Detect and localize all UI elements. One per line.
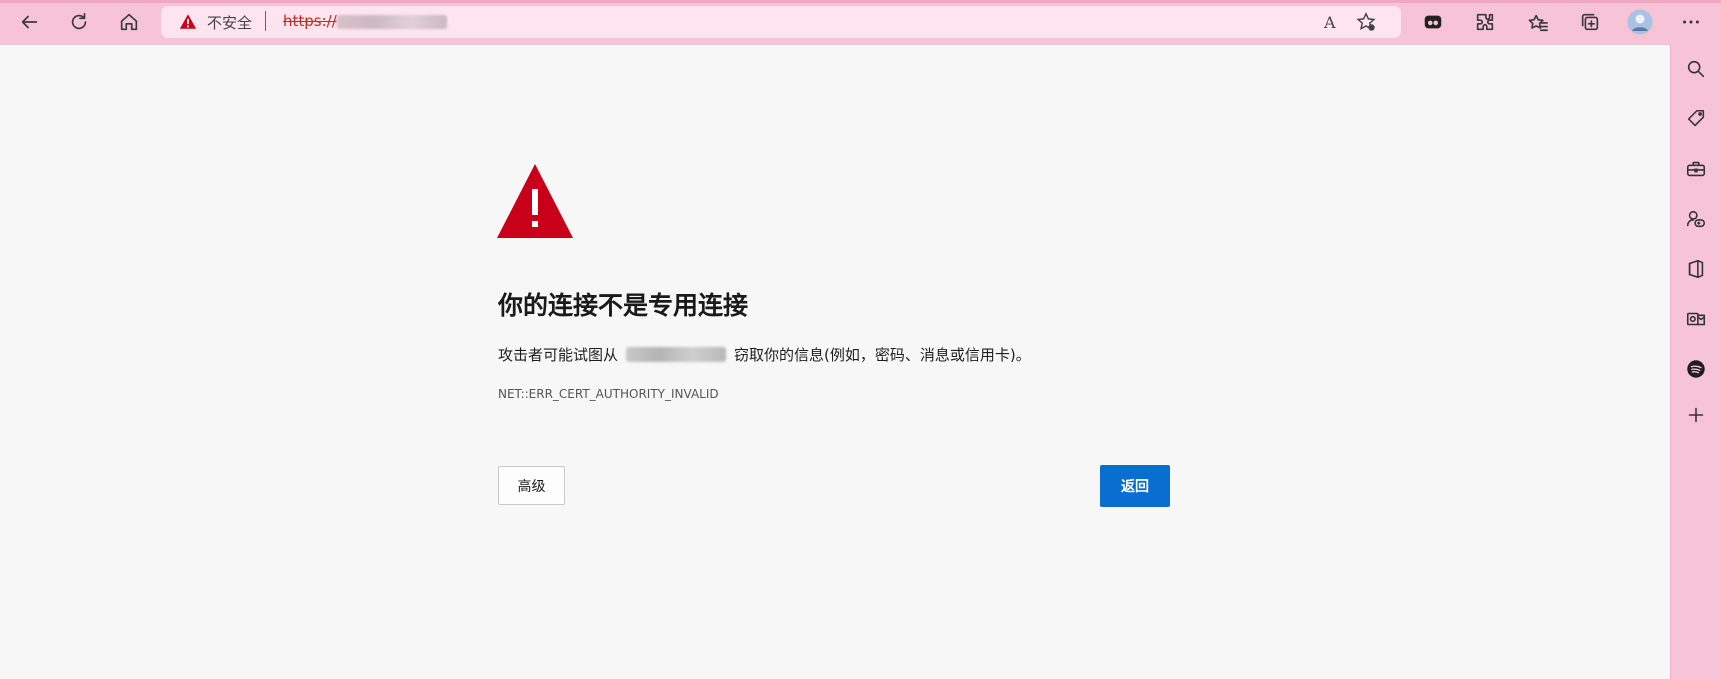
edge-sidebar <box>1670 44 1721 679</box>
search-icon <box>1687 60 1705 78</box>
back-to-safety-button[interactable]: 返回 <box>1100 465 1170 507</box>
warning-triangle-icon <box>497 164 573 238</box>
collections-icon <box>1581 13 1599 31</box>
extensions-button[interactable] <box>1470 7 1500 37</box>
games-icon <box>1686 210 1706 228</box>
refresh-button[interactable] <box>64 7 94 37</box>
not-secure-label[interactable]: 不安全 <box>207 12 252 33</box>
home-button[interactable] <box>114 7 144 37</box>
favorites-icon <box>1528 14 1548 32</box>
add-icon <box>1688 407 1704 423</box>
office-icon <box>1688 259 1704 279</box>
address-bar[interactable]: 不安全 https:// A <box>161 6 1401 38</box>
collections-button[interactable] <box>1575 7 1605 37</box>
add-favorite-icon <box>1356 12 1376 31</box>
more-icon <box>1683 20 1699 24</box>
tab-actions-icon <box>1424 15 1442 29</box>
url-redacted <box>337 15 447 29</box>
outlook-icon <box>1686 312 1706 326</box>
page-title: 你的连接不是专用连接 <box>498 291 749 320</box>
error-code: NET::ERR_CERT_AUTHORITY_INVALID <box>498 387 719 401</box>
url-text[interactable]: https:// <box>283 12 337 30</box>
shopping-tag-icon <box>1687 109 1705 127</box>
favorites-button[interactable] <box>1523 7 1553 37</box>
sidebar-tools-button[interactable] <box>1683 156 1709 182</box>
home-icon <box>120 13 138 31</box>
browser-toolbar: 不安全 https:// A <box>0 0 1721 44</box>
sidebar-office-button[interactable] <box>1683 256 1709 282</box>
sidebar-shopping-button[interactable] <box>1683 106 1709 132</box>
sidebar-add-button[interactable] <box>1683 402 1709 428</box>
not-secure-warning-icon <box>179 14 197 29</box>
error-description: 攻击者可能试图从 窃取你的信息(例如，密码、消息或信用卡)。 <box>498 344 1031 365</box>
tab-actions-button[interactable] <box>1418 7 1448 37</box>
advanced-button[interactable]: 高级 <box>498 466 565 505</box>
description-suffix: 窃取你的信息(例如，密码、消息或信用卡)。 <box>734 346 1031 364</box>
back-icon <box>21 15 38 29</box>
sidebar-search-button[interactable] <box>1683 56 1709 82</box>
description-prefix: 攻击者可能试图从 <box>498 346 619 364</box>
refresh-icon <box>71 12 87 30</box>
read-aloud-icon[interactable]: A <box>1324 13 1336 32</box>
sidebar-spotify-button[interactable] <box>1683 356 1709 382</box>
tools-icon <box>1686 161 1706 177</box>
add-favorite-button[interactable] <box>1355 11 1377 33</box>
top-accent-line <box>0 0 1721 3</box>
more-button[interactable] <box>1676 7 1706 37</box>
extensions-icon <box>1476 13 1494 31</box>
sidebar-games-button[interactable] <box>1683 206 1709 232</box>
profile-avatar <box>1627 9 1653 35</box>
redacted-site-name <box>626 347 727 362</box>
error-page: 你的连接不是专用连接 攻击者可能试图从 窃取你的信息(例如，密码、消息或信用卡)… <box>0 44 1670 679</box>
sidebar-outlook-button[interactable] <box>1683 306 1709 332</box>
address-separator <box>265 11 266 31</box>
spotify-icon <box>1687 360 1705 378</box>
profile-button[interactable] <box>1625 7 1655 37</box>
back-button[interactable] <box>14 7 44 37</box>
